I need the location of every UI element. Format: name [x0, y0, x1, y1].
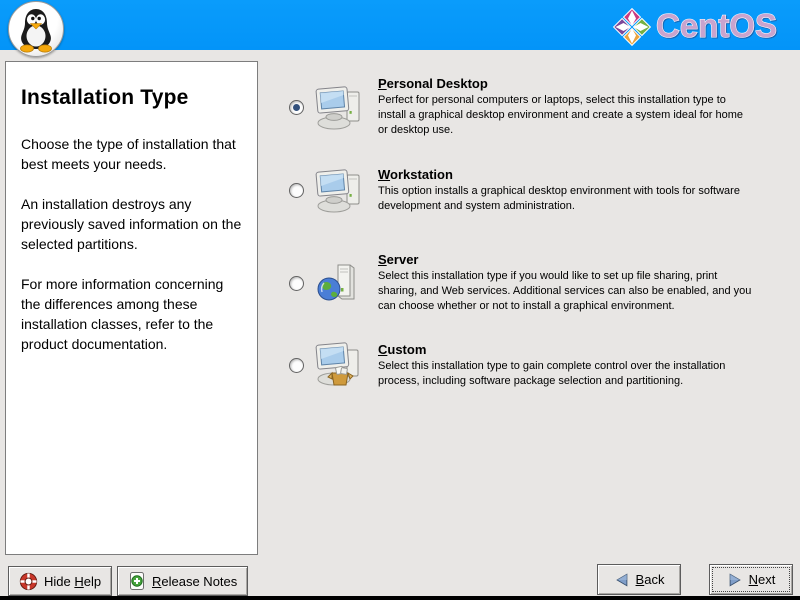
mnemonic: P	[378, 76, 387, 91]
option-description: Perfect for personal computers or laptop…	[378, 93, 752, 138]
option-text: Server Select this installation type if …	[378, 252, 752, 314]
mnemonic: C	[378, 342, 387, 357]
radio-personal-desktop[interactable]	[289, 100, 304, 115]
help-paragraph: Choose the type of installation that bes…	[21, 134, 242, 174]
next-button[interactable]: Next	[709, 564, 793, 595]
workstation-computer-icon	[314, 166, 366, 214]
radio-workstation[interactable]	[289, 183, 304, 198]
help-panel: Installation Type Choose the type of ins…	[5, 61, 258, 555]
option-description: This option installs a graphical desktop…	[378, 184, 752, 214]
option-custom: Custom Select this installation type to …	[289, 341, 759, 389]
bottom-black-strip	[0, 596, 800, 600]
option-description: Select this installation type if you wou…	[378, 269, 752, 314]
radio-server[interactable]	[289, 276, 304, 291]
radio-custom[interactable]	[289, 358, 304, 373]
tux-logo	[8, 1, 64, 57]
custom-box-computer-icon	[314, 341, 366, 389]
option-title[interactable]: Personal Desktop	[378, 76, 752, 91]
option-title[interactable]: Workstation	[378, 167, 752, 182]
release-notes-icon	[128, 571, 146, 591]
title-rest: erver	[387, 252, 419, 267]
hide-help-button[interactable]: Hide Help	[8, 566, 112, 596]
option-personal-desktop: Personal Desktop Perfect for personal co…	[289, 76, 759, 138]
option-title[interactable]: Server	[378, 252, 752, 267]
release-notes-label: Release Notes	[152, 574, 237, 589]
title-rest: orkstation	[390, 167, 453, 182]
title-rest: ustom	[387, 342, 426, 357]
option-title[interactable]: Custom	[378, 342, 752, 357]
help-paragraph: For more information concerning the diff…	[21, 274, 242, 354]
desktop-computer-icon	[314, 83, 366, 131]
mnemonic: W	[378, 167, 390, 182]
centos-logo: CentOS	[612, 5, 794, 47]
page-title: Installation Type	[21, 86, 242, 110]
installer-window: CentOS Installation Type Choose the type…	[0, 0, 800, 600]
life-ring-icon	[19, 572, 38, 591]
release-notes-button[interactable]: Release Notes	[117, 566, 248, 596]
option-description: Select this installation type to gain co…	[378, 359, 752, 389]
option-server: Server Select this installation type if …	[289, 252, 759, 314]
back-button[interactable]: Back	[597, 564, 681, 595]
back-label: Back	[636, 572, 665, 587]
hide-help-label: Hide Help	[44, 574, 101, 589]
server-icon	[314, 259, 366, 307]
next-arrow-icon	[727, 572, 743, 588]
help-paragraph: An installation destroys any previously …	[21, 194, 242, 254]
option-text: Workstation This option installs a graph…	[378, 167, 752, 214]
title-rest: ersonal Desktop	[387, 76, 488, 91]
option-text: Personal Desktop Perfect for personal co…	[378, 76, 752, 138]
tux-penguin-icon	[9, 2, 63, 56]
back-arrow-icon	[614, 572, 630, 588]
mnemonic: S	[378, 252, 387, 267]
brand-text: CentOS	[656, 7, 777, 44]
option-text: Custom Select this installation type to …	[378, 342, 752, 389]
next-label: Next	[749, 572, 776, 587]
option-workstation: Workstation This option installs a graph…	[289, 166, 759, 214]
centos-pinwheel-icon	[612, 6, 652, 46]
centos-wordmark: CentOS	[656, 5, 794, 47]
